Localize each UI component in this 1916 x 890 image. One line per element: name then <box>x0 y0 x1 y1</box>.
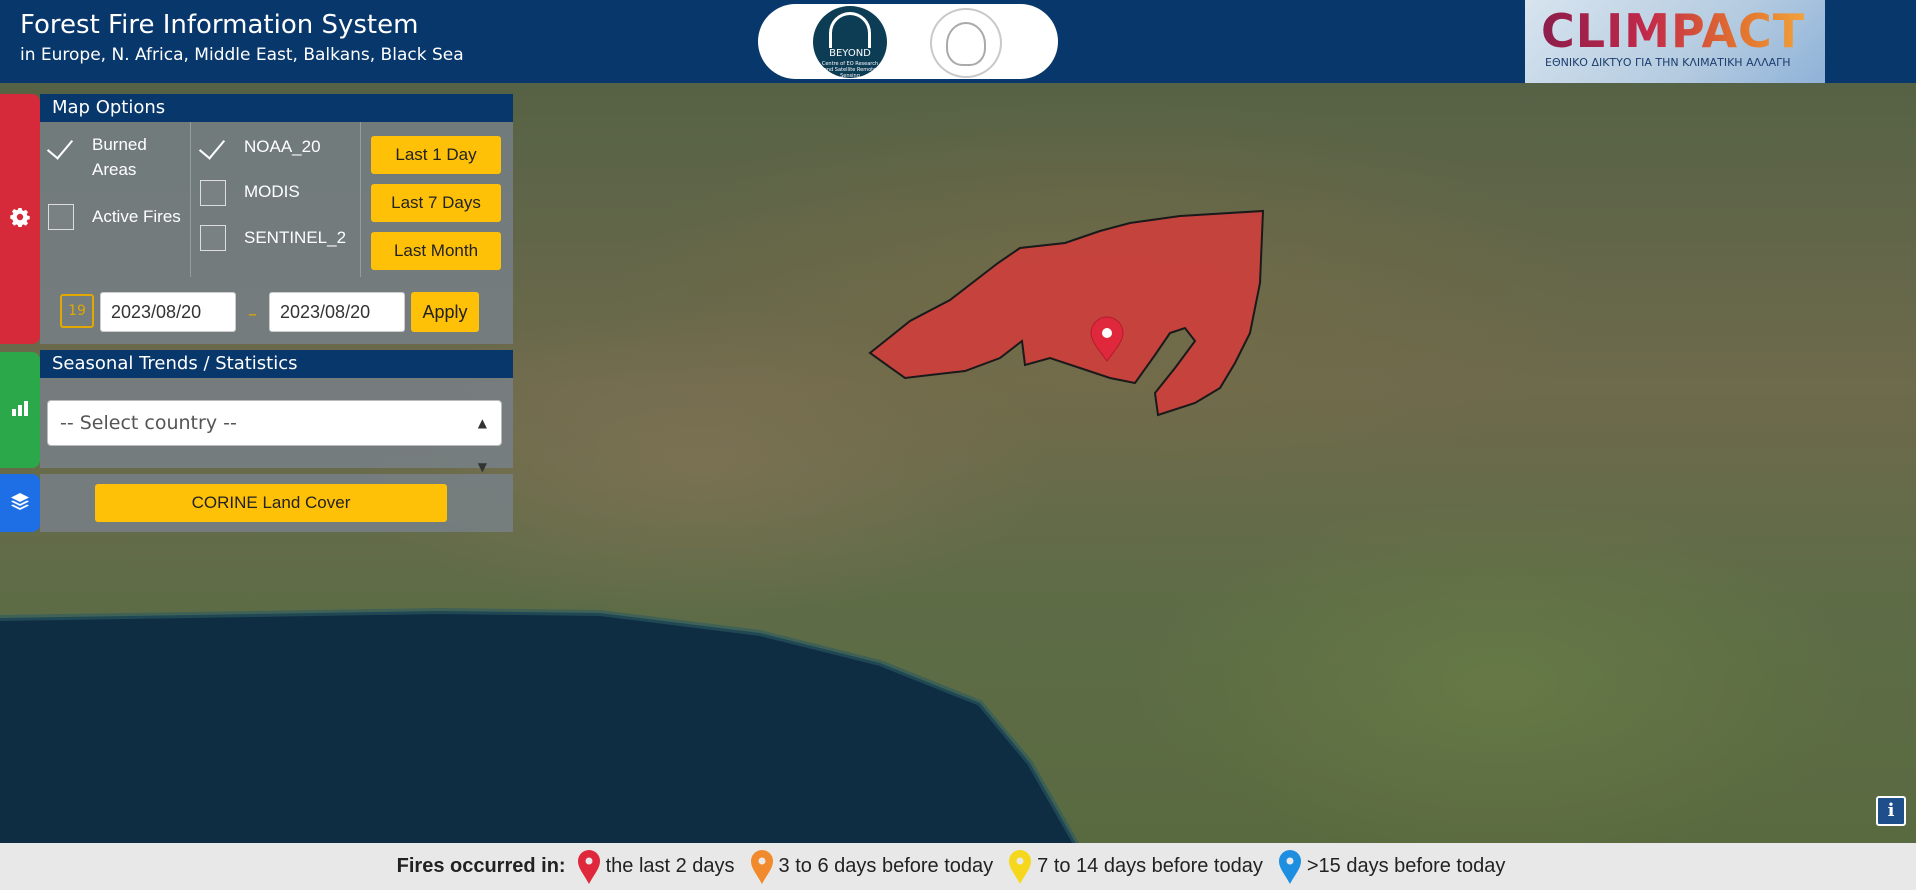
app-header: Forest Fire Information System in Europe… <box>0 0 1916 83</box>
column-divider <box>190 122 191 277</box>
map-marker-icon <box>750 849 773 884</box>
legend-item-label: 3 to 6 days before today <box>778 855 994 877</box>
layers-tab[interactable] <box>0 474 40 532</box>
modis-label: MODIS <box>244 182 300 201</box>
gear-icon <box>10 207 30 231</box>
legend-item-label: the last 2 days <box>605 855 735 877</box>
climpact-logo-subtext: ΕΘΝΙΚΟ ΔΙΚΤΥΟ ΓΙΑ ΤΗΝ ΚΛΙΜΑΤΙΚΗ ΑΛΛΑΓΗ <box>1545 56 1791 69</box>
beyond-logo[interactable]: BEYOND Centre of EO Research and Satelli… <box>813 6 887 79</box>
app-title: Forest Fire Information System <box>20 10 419 40</box>
climpact-logo[interactable]: CLIMPACT ΕΘΝΙΚΟ ΔΙΚΤΥΟ ΓΙΑ ΤΗΝ ΚΛΙΜΑΤΙΚΗ… <box>1525 0 1825 83</box>
date-from-input[interactable]: 2023/08/20 <box>100 292 236 332</box>
legend-item-label: >15 days before today <box>1306 855 1506 877</box>
apply-button[interactable]: Apply <box>411 292 479 332</box>
climpact-logo-text: CLIMPACT <box>1541 4 1806 58</box>
burned-areas-label: Burned Areas <box>92 135 147 179</box>
fire-legend: Fires occurred in: the last 2 days 3 to … <box>0 843 1916 890</box>
sentinel2-checkbox[interactable] <box>200 225 226 251</box>
statistics-tab[interactable] <box>0 352 40 468</box>
layers-icon <box>10 491 30 515</box>
bar-chart-icon <box>11 400 29 420</box>
legend-item: the last 2 days <box>576 849 735 885</box>
sentinel2-label: SENTINEL_2 <box>244 228 347 247</box>
map-options-panel: Map Options Burned Areas Active Fires NO… <box>40 94 513 344</box>
noaa20-label: NOAA_20 <box>244 137 321 156</box>
beyond-logo-text: BEYOND <box>829 48 871 59</box>
country-select[interactable]: -- Select country -- ▲ ▼ <box>47 400 502 474</box>
map-marker-icon <box>577 849 600 884</box>
burned-areas-checkbox[interactable] <box>48 134 74 160</box>
map-options-tab[interactable] <box>0 94 40 344</box>
last-7-days-button[interactable]: Last 7 Days <box>371 184 501 222</box>
info-button[interactable]: i <box>1876 796 1906 826</box>
active-fires-checkbox[interactable] <box>48 204 74 230</box>
legend-item: 7 to 14 days before today <box>1007 849 1263 885</box>
date-range-separator: – <box>248 304 257 325</box>
modis-checkbox[interactable] <box>200 180 226 206</box>
map-options-heading: Map Options <box>40 94 513 122</box>
last-1-day-button[interactable]: Last 1 Day <box>371 136 501 174</box>
app-subtitle: in Europe, N. Africa, Middle East, Balka… <box>20 45 464 65</box>
country-select-value: -- Select country -- <box>60 412 237 434</box>
seasonal-trends-panel: Seasonal Trends / Statistics -- Select c… <box>40 350 513 474</box>
legend-item: >15 days before today <box>1277 849 1505 885</box>
date-to-input[interactable]: 2023/08/20 <box>269 292 405 332</box>
burned-area-polygon[interactable] <box>868 209 1265 417</box>
noaa20-checkbox[interactable] <box>200 134 226 160</box>
calendar-icon[interactable]: 19 <box>60 294 94 328</box>
land-cover-panel: CORINE Land Cover <box>40 474 513 532</box>
partner-logos: BEYOND Centre of EO Research and Satelli… <box>758 4 1058 79</box>
seasonal-trends-heading: Seasonal Trends / Statistics <box>40 350 513 378</box>
active-fires-label: Active Fires <box>92 207 181 226</box>
last-month-button[interactable]: Last Month <box>371 232 501 270</box>
legend-title: Fires occurred in: <box>396 855 566 877</box>
legend-item: 3 to 6 days before today <box>749 849 994 885</box>
map-marker-icon <box>1009 849 1032 884</box>
legend-item-label: 7 to 14 days before today <box>1037 855 1263 877</box>
map-marker-icon <box>1278 849 1301 884</box>
column-divider <box>360 122 361 277</box>
beyond-logo-subtext: Centre of EO Research and Satellite Remo… <box>821 61 879 79</box>
corine-land-cover-button[interactable]: CORINE Land Cover <box>95 484 447 522</box>
observatory-seal-logo[interactable] <box>930 8 1002 78</box>
